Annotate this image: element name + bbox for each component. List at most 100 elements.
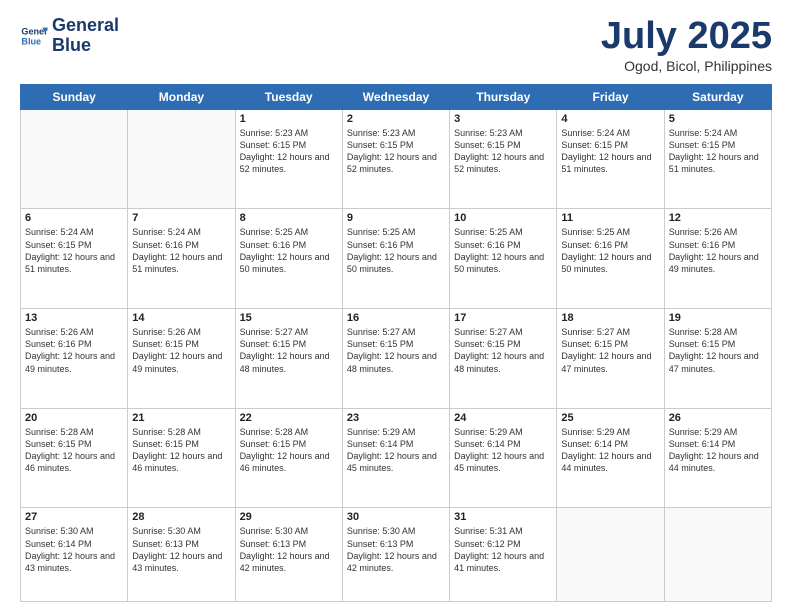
day-number: 2 xyxy=(347,113,445,125)
day-info: Sunrise: 5:27 AMSunset: 6:15 PMDaylight:… xyxy=(240,326,338,375)
day-info: Sunrise: 5:27 AMSunset: 6:15 PMDaylight:… xyxy=(347,326,445,375)
calendar-week-row: 6Sunrise: 5:24 AMSunset: 6:15 PMDaylight… xyxy=(21,209,772,309)
day-info: Sunrise: 5:25 AMSunset: 6:16 PMDaylight:… xyxy=(240,226,338,275)
day-number: 29 xyxy=(240,511,338,523)
day-info: Sunrise: 5:23 AMSunset: 6:15 PMDaylight:… xyxy=(347,127,445,176)
day-info: Sunrise: 5:27 AMSunset: 6:15 PMDaylight:… xyxy=(454,326,552,375)
day-number: 17 xyxy=(454,312,552,324)
calendar-cell: 13 Sunrise: 5:26 AMSunset: 6:16 PMDayligh… xyxy=(21,309,128,409)
day-number: 18 xyxy=(561,312,659,324)
day-info: Sunrise: 5:26 AMSunset: 6:16 PMDaylight:… xyxy=(669,226,767,275)
calendar-cell: 3 Sunrise: 5:23 AMSunset: 6:15 PMDaylight… xyxy=(450,109,557,209)
calendar-cell xyxy=(664,508,771,602)
header: General Blue General Blue July 2025 Ogod… xyxy=(20,16,772,74)
day-number: 11 xyxy=(561,212,659,224)
day-number: 20 xyxy=(25,412,123,424)
day-number: 16 xyxy=(347,312,445,324)
calendar-cell: 12 Sunrise: 5:26 AMSunset: 6:16 PMDayligh… xyxy=(664,209,771,309)
calendar-cell: 14Sunrise: 5:26 AMSunset: 6:15 PMDayligh… xyxy=(128,309,235,409)
day-number: 22 xyxy=(240,412,338,424)
calendar-cell xyxy=(21,109,128,209)
day-number: 21 xyxy=(132,412,230,424)
day-number: 8 xyxy=(240,212,338,224)
day-number: 5 xyxy=(669,113,767,125)
day-number: 3 xyxy=(454,113,552,125)
day-info: Sunrise: 5:23 AMSunset: 6:15 PMDaylight:… xyxy=(240,127,338,176)
calendar-cell: 24 Sunrise: 5:29 AMSunset: 6:14 PMDayligh… xyxy=(450,408,557,508)
day-info: Sunrise: 5:29 AMSunset: 6:14 PMDaylight:… xyxy=(669,426,767,475)
calendar-cell: 10 Sunrise: 5:25 AMSunset: 6:16 PMDayligh… xyxy=(450,209,557,309)
day-info: Sunrise: 5:28 AMSunset: 6:15 PMDaylight:… xyxy=(669,326,767,375)
calendar-cell: 21 Sunrise: 5:28 AMSunset: 6:15 PMDayligh… xyxy=(128,408,235,508)
day-info: Sunrise: 5:28 AMSunset: 6:15 PMDaylight:… xyxy=(132,426,230,475)
calendar-cell: 23Sunrise: 5:29 AMSunset: 6:14 PMDayligh… xyxy=(342,408,449,508)
calendar-cell: 26 Sunrise: 5:29 AMSunset: 6:14 PMDayligh… xyxy=(664,408,771,508)
day-number: 12 xyxy=(669,212,767,224)
calendar-cell: 29Sunrise: 5:30 AMSunset: 6:13 PMDayligh… xyxy=(235,508,342,602)
calendar-cell: 22 Sunrise: 5:28 AMSunset: 6:15 PMDayligh… xyxy=(235,408,342,508)
calendar-cell xyxy=(128,109,235,209)
day-info: Sunrise: 5:30 AMSunset: 6:13 PMDaylight:… xyxy=(347,525,445,574)
day-info: Sunrise: 5:26 AMSunset: 6:16 PMDaylight:… xyxy=(25,326,123,375)
calendar-week-row: 27 Sunrise: 5:30 AMSunset: 6:14 PMDayligh… xyxy=(21,508,772,602)
day-info: Sunrise: 5:30 AMSunset: 6:14 PMDaylight:… xyxy=(25,525,123,574)
weekday-header-thursday: Thursday xyxy=(450,84,557,109)
day-number: 10 xyxy=(454,212,552,224)
calendar-cell xyxy=(557,508,664,602)
logo-text: General Blue xyxy=(52,16,119,56)
day-info: Sunrise: 5:24 AMSunset: 6:15 PMDaylight:… xyxy=(669,127,767,176)
day-number: 28 xyxy=(132,511,230,523)
calendar-cell: 2 Sunrise: 5:23 AMSunset: 6:15 PMDaylight… xyxy=(342,109,449,209)
weekday-header-friday: Friday xyxy=(557,84,664,109)
calendar-cell: 30 Sunrise: 5:30 AMSunset: 6:13 PMDayligh… xyxy=(342,508,449,602)
day-info: Sunrise: 5:23 AMSunset: 6:15 PMDaylight:… xyxy=(454,127,552,176)
day-info: Sunrise: 5:27 AMSunset: 6:15 PMDaylight:… xyxy=(561,326,659,375)
day-number: 27 xyxy=(25,511,123,523)
weekday-header-monday: Monday xyxy=(128,84,235,109)
calendar-cell: 11 Sunrise: 5:25 AMSunset: 6:16 PMDayligh… xyxy=(557,209,664,309)
calendar-week-row: 13 Sunrise: 5:26 AMSunset: 6:16 PMDayligh… xyxy=(21,309,772,409)
calendar-cell: 8 Sunrise: 5:25 AMSunset: 6:16 PMDaylight… xyxy=(235,209,342,309)
day-info: Sunrise: 5:25 AMSunset: 6:16 PMDaylight:… xyxy=(454,226,552,275)
day-info: Sunrise: 5:24 AMSunset: 6:15 PMDaylight:… xyxy=(561,127,659,176)
day-number: 13 xyxy=(25,312,123,324)
day-info: Sunrise: 5:31 AMSunset: 6:12 PMDaylight:… xyxy=(454,525,552,574)
day-number: 23 xyxy=(347,412,445,424)
day-number: 30 xyxy=(347,511,445,523)
title-block: July 2025 Ogod, Bicol, Philippines xyxy=(601,16,772,74)
day-number: 6 xyxy=(25,212,123,224)
day-info: Sunrise: 5:29 AMSunset: 6:14 PMDaylight:… xyxy=(454,426,552,475)
day-info: Sunrise: 5:28 AMSunset: 6:15 PMDaylight:… xyxy=(240,426,338,475)
calendar-cell: 25 Sunrise: 5:29 AMSunset: 6:14 PMDayligh… xyxy=(557,408,664,508)
day-number: 24 xyxy=(454,412,552,424)
weekday-header-tuesday: Tuesday xyxy=(235,84,342,109)
day-number: 19 xyxy=(669,312,767,324)
weekday-header-row: SundayMondayTuesdayWednesdayThursdayFrid… xyxy=(21,84,772,109)
calendar-cell: 17 Sunrise: 5:27 AMSunset: 6:15 PMDayligh… xyxy=(450,309,557,409)
calendar-cell: 16 Sunrise: 5:27 AMSunset: 6:15 PMDayligh… xyxy=(342,309,449,409)
day-number: 7 xyxy=(132,212,230,224)
day-info: Sunrise: 5:25 AMSunset: 6:16 PMDaylight:… xyxy=(561,226,659,275)
day-number: 31 xyxy=(454,511,552,523)
day-info: Sunrise: 5:28 AMSunset: 6:15 PMDaylight:… xyxy=(25,426,123,475)
day-number: 26 xyxy=(669,412,767,424)
calendar-cell: 6Sunrise: 5:24 AMSunset: 6:15 PMDaylight… xyxy=(21,209,128,309)
calendar-cell: 15Sunrise: 5:27 AMSunset: 6:15 PMDayligh… xyxy=(235,309,342,409)
calendar-cell: 19 Sunrise: 5:28 AMSunset: 6:15 PMDayligh… xyxy=(664,309,771,409)
day-info: Sunrise: 5:30 AMSunset: 6:13 PMDaylight:… xyxy=(132,525,230,574)
day-info: Sunrise: 5:26 AMSunset: 6:15 PMDaylight:… xyxy=(132,326,230,375)
calendar-cell: 7 Sunrise: 5:24 AMSunset: 6:16 PMDaylight… xyxy=(128,209,235,309)
calendar-table: SundayMondayTuesdayWednesdayThursdayFrid… xyxy=(20,84,772,602)
day-info: Sunrise: 5:29 AMSunset: 6:14 PMDaylight:… xyxy=(561,426,659,475)
calendar-cell: 18 Sunrise: 5:27 AMSunset: 6:15 PMDayligh… xyxy=(557,309,664,409)
calendar-cell: 20 Sunrise: 5:28 AMSunset: 6:15 PMDayligh… xyxy=(21,408,128,508)
day-info: Sunrise: 5:25 AMSunset: 6:16 PMDaylight:… xyxy=(347,226,445,275)
day-number: 9 xyxy=(347,212,445,224)
day-info: Sunrise: 5:24 AMSunset: 6:16 PMDaylight:… xyxy=(132,226,230,275)
day-number: 25 xyxy=(561,412,659,424)
calendar-week-row: 1Sunrise: 5:23 AMSunset: 6:15 PMDaylight… xyxy=(21,109,772,209)
calendar-week-row: 20 Sunrise: 5:28 AMSunset: 6:15 PMDayligh… xyxy=(21,408,772,508)
calendar-cell: 28 Sunrise: 5:30 AMSunset: 6:13 PMDayligh… xyxy=(128,508,235,602)
month-title: July 2025 xyxy=(601,16,772,58)
day-number: 4 xyxy=(561,113,659,125)
